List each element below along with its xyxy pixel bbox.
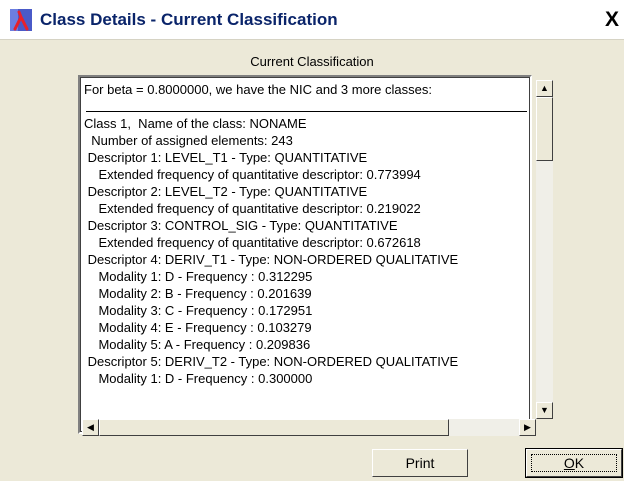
detail-line: Modality 5: A - Frequency : 0.209836 <box>84 337 311 352</box>
detail-line: Number of assigned elements: 243 <box>84 133 293 148</box>
detail-line: Descriptor 2: LEVEL_T2 - Type: QUANTITAT… <box>84 184 368 199</box>
ok-button[interactable]: OK <box>525 448 623 478</box>
detail-line: Modality 4: E - Frequency : 0.103279 <box>84 320 312 335</box>
detail-line: Modality 1: D - Frequency : 0.312295 <box>84 269 313 284</box>
horizontal-scroll-thumb[interactable] <box>99 419 449 436</box>
detail-line: Descriptor 4: DERIV_T1 - Type: NON-ORDER… <box>84 252 459 267</box>
focus-rectangle <box>531 454 617 472</box>
details-lines: Class 1, Name of the class: NONAME Numbe… <box>84 115 538 387</box>
window-title: Class Details - Current Classification <box>40 10 338 29</box>
detail-line: Descriptor 1: LEVEL_T1 - Type: QUANTITAT… <box>84 150 368 165</box>
lambda-app-icon <box>10 9 32 31</box>
scroll-right-button[interactable]: ▶ <box>519 419 536 436</box>
detail-line: Class 1, Name of the class: NONAME <box>84 116 307 131</box>
detail-line: Extended frequency of quantitative descr… <box>84 235 421 250</box>
detail-line: Extended frequency of quantitative descr… <box>84 167 421 182</box>
class-details-listbox[interactable]: For beta = 0.8000000, we have the NIC an… <box>78 75 532 434</box>
vertical-scroll-thumb[interactable] <box>536 97 553 161</box>
detail-line: Modality 3: C - Frequency : 0.172951 <box>84 303 313 318</box>
print-button[interactable]: Print <box>372 449 468 477</box>
detail-line: Modality 1: D - Frequency : 0.300000 <box>84 371 313 386</box>
separator-line <box>86 98 527 112</box>
title-bar[interactable]: Class Details - Current Classification X <box>0 0 624 40</box>
scroll-left-button[interactable]: ◀ <box>82 419 99 436</box>
scroll-up-button[interactable]: ▲ <box>536 80 553 97</box>
detail-line: Descriptor 5: DERIV_T2 - Type: NON-ORDER… <box>84 354 459 369</box>
detail-line: Extended frequency of quantitative descr… <box>84 201 421 216</box>
class-details-content: For beta = 0.8000000, we have the NIC an… <box>84 81 538 421</box>
vertical-scrollbar[interactable]: ▲ ▼ <box>536 80 553 419</box>
close-button[interactable]: X <box>600 8 624 32</box>
details-header: For beta = 0.8000000, we have the NIC an… <box>84 82 432 97</box>
detail-line: Modality 2: B - Frequency : 0.201639 <box>84 286 312 301</box>
scroll-down-button[interactable]: ▼ <box>536 402 553 419</box>
section-label: Current Classification <box>250 54 374 69</box>
horizontal-scrollbar[interactable]: ◀ ▶ <box>82 419 536 436</box>
detail-line: Descriptor 3: CONTROL_SIG - Type: QUANTI… <box>84 218 398 233</box>
